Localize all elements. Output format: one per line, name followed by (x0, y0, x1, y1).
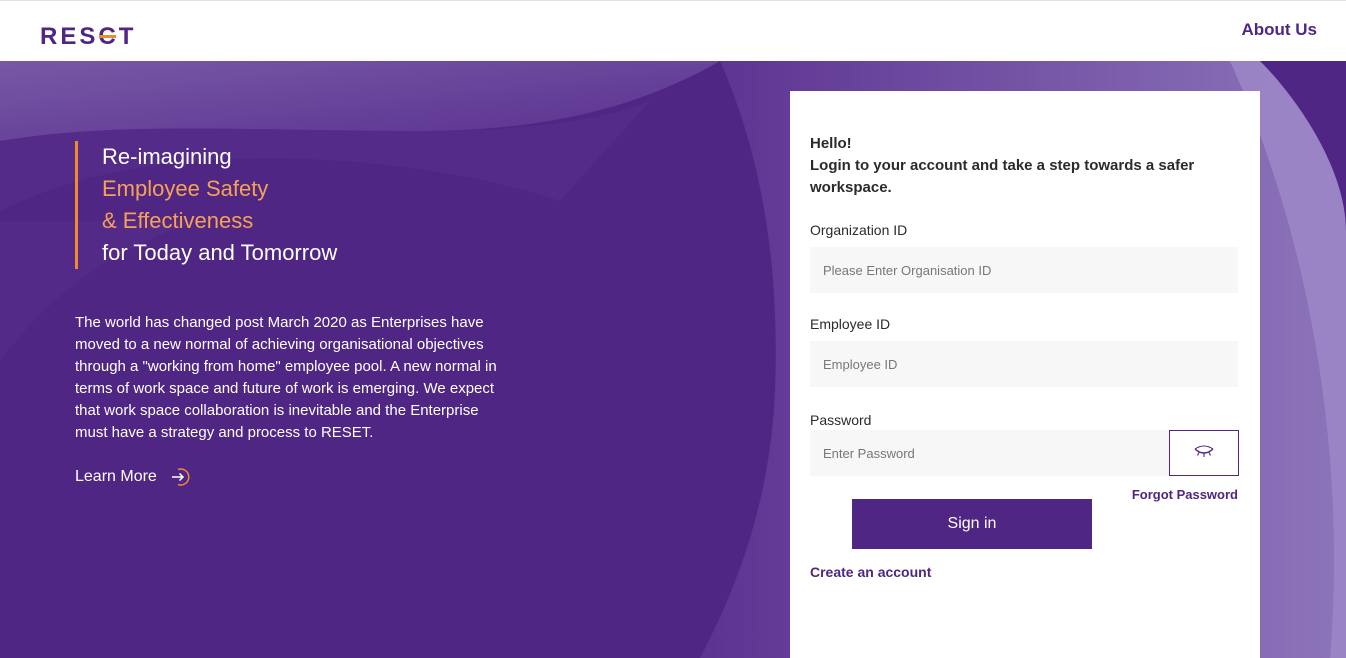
toggle-password-visibility-button[interactable] (1169, 430, 1239, 476)
forgot-password-link[interactable]: Forgot Password (1132, 487, 1238, 502)
greeting-hello: Hello! (810, 135, 852, 152)
organization-id-label: Organization ID (810, 222, 908, 238)
logo-text-c: T (118, 23, 137, 50)
sign-in-button[interactable]: Sign in (852, 499, 1092, 549)
hero-tagline: Re-imagining Employee Safety & Effective… (75, 141, 337, 269)
learn-more-link[interactable]: Learn More (75, 466, 191, 488)
arrow-in-circle-icon (169, 466, 191, 488)
closed-eye-icon (1193, 444, 1215, 462)
password-input[interactable] (810, 430, 1169, 476)
employee-id-input[interactable] (810, 341, 1238, 387)
login-card: Hello! Login to your account and take a … (790, 91, 1260, 658)
create-account-link[interactable]: Create an account (810, 564, 931, 580)
login-greeting: Hello! Login to your account and take a … (810, 133, 1230, 199)
top-header: RESCT About Us (0, 0, 1346, 61)
reset-logo[interactable]: RESCT (40, 23, 136, 51)
tagline-line-1: Re-imagining (102, 144, 232, 169)
tagline-line-2: Employee Safety (102, 176, 269, 201)
tagline-line-4: for Today and Tomorrow (102, 240, 338, 265)
hero-intro-text: The world has changed post March 2020 as… (75, 314, 497, 441)
learn-more-label: Learn More (75, 468, 157, 485)
logo-text-a: RES (40, 23, 99, 50)
organization-id-input[interactable] (810, 247, 1238, 293)
about-us-link[interactable]: About Us (1241, 20, 1317, 40)
tagline-line-3: & Effectiveness (102, 208, 254, 233)
logo-text-b: C (98, 23, 119, 50)
employee-id-label: Employee ID (810, 316, 891, 332)
greeting-message: Login to your account and take a step to… (810, 157, 1195, 196)
password-label: Password (810, 412, 872, 428)
